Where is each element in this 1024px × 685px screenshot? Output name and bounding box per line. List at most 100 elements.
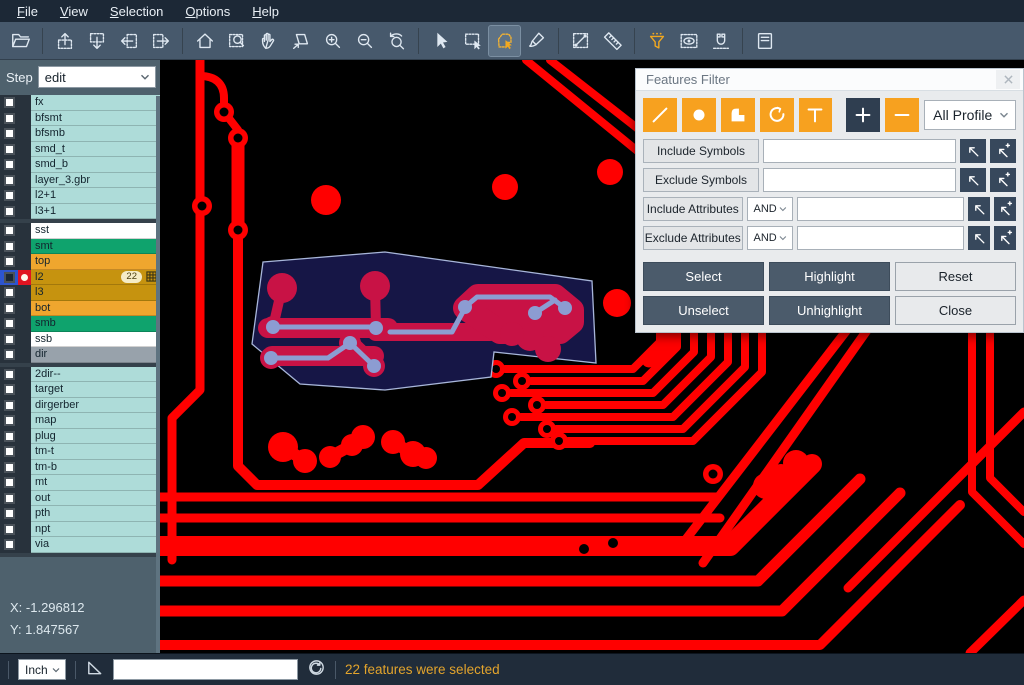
pick-add-symbol-button[interactable] (990, 168, 1016, 192)
layer-visibility-checkbox[interactable] (0, 301, 18, 317)
exclude-symbols-button[interactable]: Exclude Symbols (643, 168, 759, 192)
layer-visibility-checkbox[interactable] (0, 413, 18, 429)
highlight-button[interactable]: Highlight (769, 262, 890, 291)
layer-visibility-checkbox[interactable] (0, 398, 18, 414)
layer-visibility-checkbox[interactable] (0, 111, 18, 127)
refresh-button[interactable] (307, 658, 326, 682)
menu-help[interactable]: Help (243, 2, 288, 21)
select-button[interactable]: Select (643, 262, 764, 291)
pick-add-attribute-button[interactable] (994, 197, 1016, 221)
pan-left-button[interactable] (113, 26, 144, 56)
measure-ruler-button[interactable] (597, 26, 628, 56)
pcb-canvas[interactable]: Features Filter Al (160, 60, 1024, 653)
dialog-close-button[interactable] (996, 70, 1020, 89)
home-view-button[interactable] (189, 26, 220, 56)
layer-row[interactable]: l2 22 (0, 270, 160, 286)
reset-button[interactable]: Reset (895, 262, 1016, 291)
layer-row[interactable]: out (0, 491, 160, 507)
layer-visibility-checkbox[interactable] (0, 157, 18, 173)
include-attributes-button[interactable]: Include Attributes (643, 197, 743, 221)
pan-down-button[interactable] (81, 26, 112, 56)
layer-visibility-checkbox[interactable] (0, 316, 18, 332)
filter-pad-button[interactable] (682, 98, 716, 132)
pan-right-button[interactable] (145, 26, 176, 56)
menu-options[interactable]: Options (176, 2, 239, 21)
layer-visibility-checkbox[interactable] (0, 367, 18, 383)
layer-row[interactable]: npt (0, 522, 160, 538)
layer-visibility-checkbox[interactable] (0, 204, 18, 220)
layer-row[interactable]: smd_t (0, 142, 160, 158)
layer-row[interactable]: dirgerber (0, 398, 160, 414)
layer-visibility-checkbox[interactable] (0, 188, 18, 204)
layer-visibility-checkbox[interactable] (0, 254, 18, 270)
layer-visibility-checkbox[interactable] (0, 382, 18, 398)
menu-file[interactable]: File (8, 2, 47, 21)
exclude-attributes-button[interactable]: Exclude Attributes (643, 226, 743, 250)
layer-row[interactable]: sst (0, 223, 160, 239)
snap-magnet-button[interactable] (705, 26, 736, 56)
exclude-symbols-input[interactable] (763, 168, 956, 192)
zoom-previous-button[interactable] (381, 26, 412, 56)
command-input[interactable] (113, 659, 298, 680)
layer-row[interactable]: l2+1 (0, 188, 160, 204)
include-symbols-input[interactable] (763, 139, 956, 163)
layer-row[interactable]: bfsmb (0, 126, 160, 142)
rect-select-button[interactable] (457, 26, 488, 56)
unhighlight-button[interactable]: Unhighlight (769, 296, 890, 325)
layer-visibility-checkbox[interactable] (0, 522, 18, 538)
zoom-out-button[interactable] (349, 26, 380, 56)
filter-arc-button[interactable] (760, 98, 794, 132)
layer-row[interactable]: smt (0, 239, 160, 255)
layer-row[interactable]: l3 (0, 285, 160, 301)
close-button[interactable]: Close (895, 296, 1016, 325)
layer-row[interactable]: layer_3.gbr (0, 173, 160, 189)
menu-view[interactable]: View (51, 2, 97, 21)
layer-visibility-checkbox[interactable] (0, 444, 18, 460)
layer-row[interactable]: 2dir-- (0, 367, 160, 383)
include-attributes-operator-select[interactable]: AND (747, 197, 793, 221)
layer-row[interactable]: dir (0, 347, 160, 363)
layer-row[interactable]: l3+1 (0, 204, 160, 220)
layer-row[interactable]: fx (0, 95, 160, 111)
menu-selection[interactable]: Selection (101, 2, 172, 21)
layer-row[interactable]: tm-b (0, 460, 160, 476)
layer-row[interactable]: mt (0, 475, 160, 491)
layer-visibility-checkbox[interactable] (0, 95, 18, 111)
unselect-button[interactable]: Unselect (643, 296, 764, 325)
filter-surface-button[interactable] (721, 98, 755, 132)
exclude-attributes-input[interactable] (797, 226, 964, 250)
layer-visibility-checkbox[interactable] (0, 347, 18, 363)
layer-visibility-checkbox[interactable] (0, 491, 18, 507)
layer-row[interactable]: bfsmt (0, 111, 160, 127)
filter-line-button[interactable] (643, 98, 677, 132)
pan-hand-button[interactable] (253, 26, 284, 56)
zoom-in-button[interactable] (317, 26, 348, 56)
step-select[interactable]: edit (38, 66, 156, 88)
open-button[interactable] (5, 26, 36, 56)
dialog-titlebar[interactable]: Features Filter (636, 69, 1023, 91)
layer-row[interactable]: pth (0, 506, 160, 522)
layer-row[interactable]: via (0, 537, 160, 553)
filter-text-button[interactable] (799, 98, 833, 132)
pointer-select-button[interactable] (425, 26, 456, 56)
profile-select[interactable]: All Profile (924, 100, 1016, 130)
pick-add-symbol-button[interactable] (990, 139, 1016, 163)
layer-visibility-checkbox[interactable] (0, 537, 18, 553)
layer-row[interactable]: map (0, 413, 160, 429)
filter-remove-button[interactable] (885, 98, 919, 132)
zoom-window-button[interactable] (221, 26, 252, 56)
corner-angle-button[interactable] (85, 658, 104, 682)
layer-visibility-checkbox[interactable] (0, 270, 18, 286)
layer-visibility-checkbox[interactable] (0, 239, 18, 255)
layer-visibility-checkbox[interactable] (0, 332, 18, 348)
layer-visibility-checkbox[interactable] (0, 475, 18, 491)
pick-symbol-button[interactable] (960, 168, 986, 192)
filter-add-button[interactable] (846, 98, 880, 132)
layer-visibility-checkbox[interactable] (0, 173, 18, 189)
layer-visibility-checkbox[interactable] (0, 223, 18, 239)
layer-row[interactable]: ssb (0, 332, 160, 348)
include-symbols-button[interactable]: Include Symbols (643, 139, 759, 163)
layer-visibility-checkbox[interactable] (0, 285, 18, 301)
layer-row[interactable]: plug (0, 429, 160, 445)
pick-add-attribute-button[interactable] (994, 226, 1016, 250)
